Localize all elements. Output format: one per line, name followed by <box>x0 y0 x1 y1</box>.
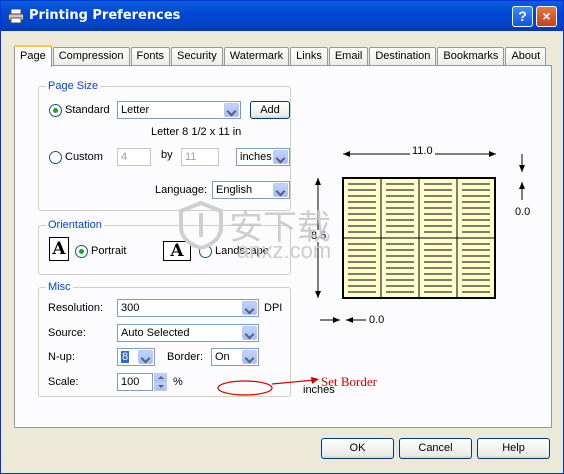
custom-height-input[interactable]: 11 <box>181 148 219 166</box>
annotation-marker <box>217 377 319 396</box>
resolution-value: 300 <box>121 302 140 314</box>
orientation-legend: Orientation <box>46 219 104 231</box>
watermark-sub: anxz.com <box>237 238 332 263</box>
resolution-label: Resolution: <box>48 302 104 314</box>
tab-security[interactable]: Security <box>171 47 223 66</box>
standard-radio[interactable] <box>49 104 62 117</box>
window-title: Printing Preferences <box>29 8 181 23</box>
custom-radio[interactable] <box>49 151 62 164</box>
cancel-button[interactable]: Cancel <box>399 438 472 459</box>
dpi-label: DPI <box>264 302 283 314</box>
border-label: Border: <box>167 351 204 363</box>
border-value: On <box>215 351 230 363</box>
nup-label: N-up: <box>48 351 75 363</box>
tab-page[interactable]: Page <box>14 45 52 67</box>
portrait-radio[interactable] <box>75 245 88 258</box>
language-value: English <box>216 184 253 196</box>
chevron-down-icon <box>224 103 239 117</box>
portrait-page-icon: A <box>49 237 69 261</box>
nup-value: 8 <box>121 351 130 363</box>
tab-strip: Page Compression Fonts Security Watermar… <box>14 45 547 67</box>
help-title-button[interactable]: ? <box>512 6 533 27</box>
tab-destination[interactable]: Destination <box>369 47 437 66</box>
custom-width-input[interactable]: 4 <box>117 148 151 166</box>
scale-input[interactable]: 100 <box>117 373 153 391</box>
border-select[interactable]: On <box>211 348 259 366</box>
custom-label: Custom <box>65 151 103 163</box>
chevron-down-icon <box>138 350 153 364</box>
scale-label: Scale: <box>48 376 79 388</box>
portrait-label: Portrait <box>91 245 127 257</box>
ok-button[interactable]: OK <box>321 438 394 459</box>
language-label: Language: <box>155 184 207 196</box>
close-button[interactable]: × <box>536 6 557 27</box>
source-select[interactable]: Auto Selected <box>117 324 259 342</box>
chevron-down-icon <box>242 350 257 364</box>
spin-up-icon[interactable] <box>154 373 167 382</box>
units-select[interactable]: inches <box>236 148 290 166</box>
page-tab-panel: Page Size Standard Letter Add Letter 8 1… <box>14 65 552 428</box>
custom-height-value: 11 <box>185 151 197 163</box>
chevron-down-icon <box>273 183 288 197</box>
printing-preferences-window: Printing Preferences ? × Page Compressio… <box>0 0 564 474</box>
percent-label: % <box>173 376 183 388</box>
tab-watermark[interactable]: Watermark <box>223 47 290 66</box>
by-label: by <box>161 149 173 161</box>
paper-description: Letter 8 1/2 x 11 in <box>151 126 242 138</box>
paper-size-select[interactable]: Letter <box>117 101 241 119</box>
chevron-down-icon <box>242 301 257 315</box>
tab-compression[interactable]: Compression <box>52 47 130 66</box>
scale-value: 100 <box>121 376 140 388</box>
shield-logo-icon <box>179 201 223 249</box>
source-value: Auto Selected <box>121 327 190 339</box>
units-value: inches <box>240 151 272 163</box>
resolution-select[interactable]: 300 <box>117 299 259 317</box>
spin-down-icon[interactable] <box>154 382 167 391</box>
help-button[interactable]: Help <box>477 438 550 459</box>
right-margin-label: 0.0 <box>515 206 531 218</box>
misc-legend: Misc <box>46 281 73 293</box>
page-preview <box>315 151 525 323</box>
scale-spinner[interactable] <box>154 373 167 391</box>
nup-pages <box>342 177 496 299</box>
paper-size-value: Letter <box>121 104 150 116</box>
tab-fonts[interactable]: Fonts <box>130 47 171 66</box>
language-select[interactable]: English <box>212 181 290 199</box>
custom-width-value: 4 <box>121 151 128 163</box>
nup-select[interactable]: 8 <box>117 348 155 366</box>
standard-label: Standard <box>65 104 110 116</box>
page-size-legend: Page Size <box>46 80 101 92</box>
title-bar[interactable]: Printing Preferences ? × <box>1 1 563 31</box>
tab-bookmarks[interactable]: Bookmarks <box>437 47 505 66</box>
tab-about[interactable]: About <box>505 47 547 66</box>
add-button[interactable]: Add <box>250 101 290 119</box>
printer-icon <box>8 9 24 23</box>
preview-width-label: 11.0 <box>410 145 435 157</box>
chevron-down-icon <box>273 150 288 164</box>
tab-links[interactable]: Links <box>290 47 328 66</box>
tab-email[interactable]: Email <box>328 47 369 66</box>
chevron-down-icon <box>242 326 257 340</box>
source-label: Source: <box>48 327 86 339</box>
bottom-margin-label: 0.0 <box>369 314 385 326</box>
set-border-annotation: Set Border <box>321 374 377 389</box>
